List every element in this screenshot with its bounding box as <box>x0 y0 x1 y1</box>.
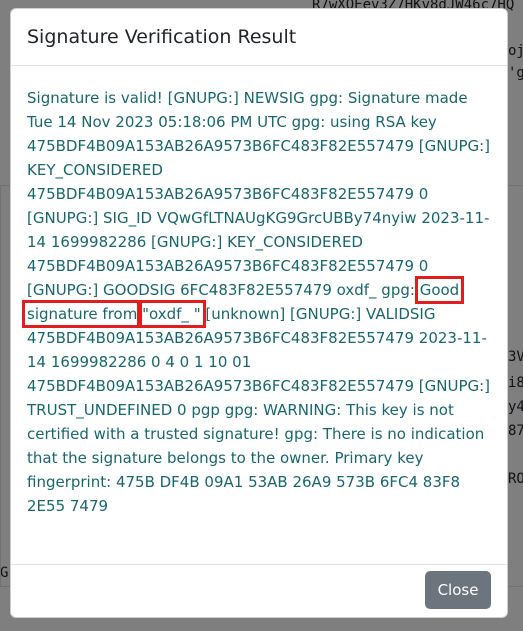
dialog-footer: Close <box>11 564 507 617</box>
result-text-after: [unknown] [GNUPG:] VALIDSIG 475BDF4B09A1… <box>27 305 491 515</box>
dialog-body: Signature is valid! [GNUPG:] NEWSIG gpg:… <box>11 66 507 565</box>
verification-result-text: Signature is valid! [GNUPG:] NEWSIG gpg:… <box>21 86 491 518</box>
result-text-before: Signature is valid! [GNUPG:] NEWSIG gpg:… <box>27 89 491 299</box>
dialog-title: Signature Verification Result <box>27 26 297 48</box>
signer-name-highlight: "oxdf_ " <box>137 300 206 328</box>
dialog-header: Signature Verification Result <box>11 9 507 66</box>
signature-verification-dialog: Signature Verification Result Signature … <box>10 8 508 618</box>
close-button[interactable]: Close <box>425 571 491 609</box>
